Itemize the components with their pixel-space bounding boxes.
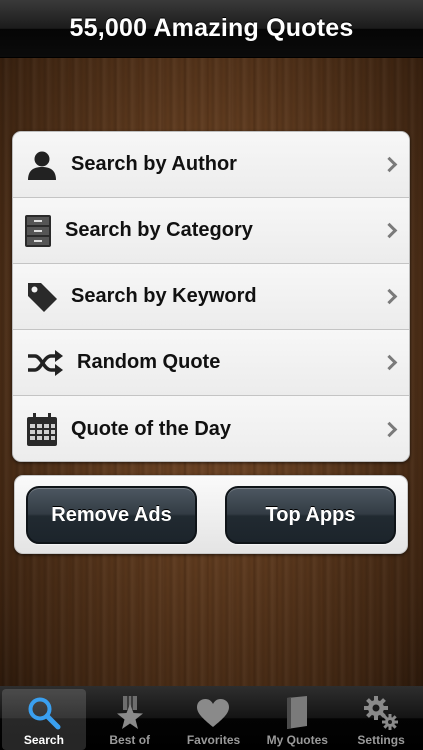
chevron-right-icon [381,222,398,238]
menu-item-search-by-keyword[interactable]: Search by Keyword [13,264,409,330]
menu-item-search-by-author[interactable]: Search by Author [13,132,409,198]
menu-item-label: Search by Category [65,219,253,241]
tag-icon [25,280,59,314]
chevron-right-icon [381,288,398,304]
heart-icon [195,695,231,731]
tab-label: Favorites [186,733,241,747]
tab-best-of[interactable]: Best of [88,686,172,750]
chevron-right-icon [381,156,398,172]
remove-ads-button[interactable]: Remove Ads [26,486,197,544]
menu-item-label: Random Quote [77,351,221,373]
calendar-icon [25,412,59,447]
chevron-right-icon [381,421,398,437]
tab-label: Settings [357,733,405,747]
star-ribbon-icon [112,695,148,731]
top-apps-button[interactable]: Top Apps [225,486,396,544]
tab-favorites[interactable]: Favorites [172,686,256,750]
tab-settings[interactable]: Settings [339,686,423,750]
menu-item-label: Quote of the Day [71,418,232,440]
tab-search[interactable]: Search [2,689,86,750]
magnifier-icon [26,695,62,731]
menu-item-search-by-category[interactable]: Search by Category [13,198,409,264]
search-menu: Search by Author Search by Category Sear… [12,131,410,462]
tab-bar: Search Best of Favorites My Quotes Setti… [0,686,423,750]
app-title: 55,000 Amazing Quotes [69,14,354,42]
menu-item-quote-of-the-day[interactable]: Quote of the Day [13,396,409,461]
tab-label: My Quotes [266,733,328,747]
book-icon [279,695,315,731]
gears-icon [363,695,399,731]
tab-label: Search [23,733,64,747]
tab-my-quotes[interactable]: My Quotes [255,686,339,750]
menu-item-label: Search by Author [71,153,237,175]
action-button-panel: Remove Ads Top Apps [14,475,408,554]
shuffle-icon [25,346,65,380]
chevron-right-icon [381,354,398,370]
menu-item-label: Search by Keyword [71,285,257,307]
person-icon [25,148,59,182]
title-bar: 55,000 Amazing Quotes [0,0,423,58]
tab-label: Best of [109,733,151,747]
menu-item-random-quote[interactable]: Random Quote [13,330,409,396]
file-cabinet-icon [23,214,53,248]
